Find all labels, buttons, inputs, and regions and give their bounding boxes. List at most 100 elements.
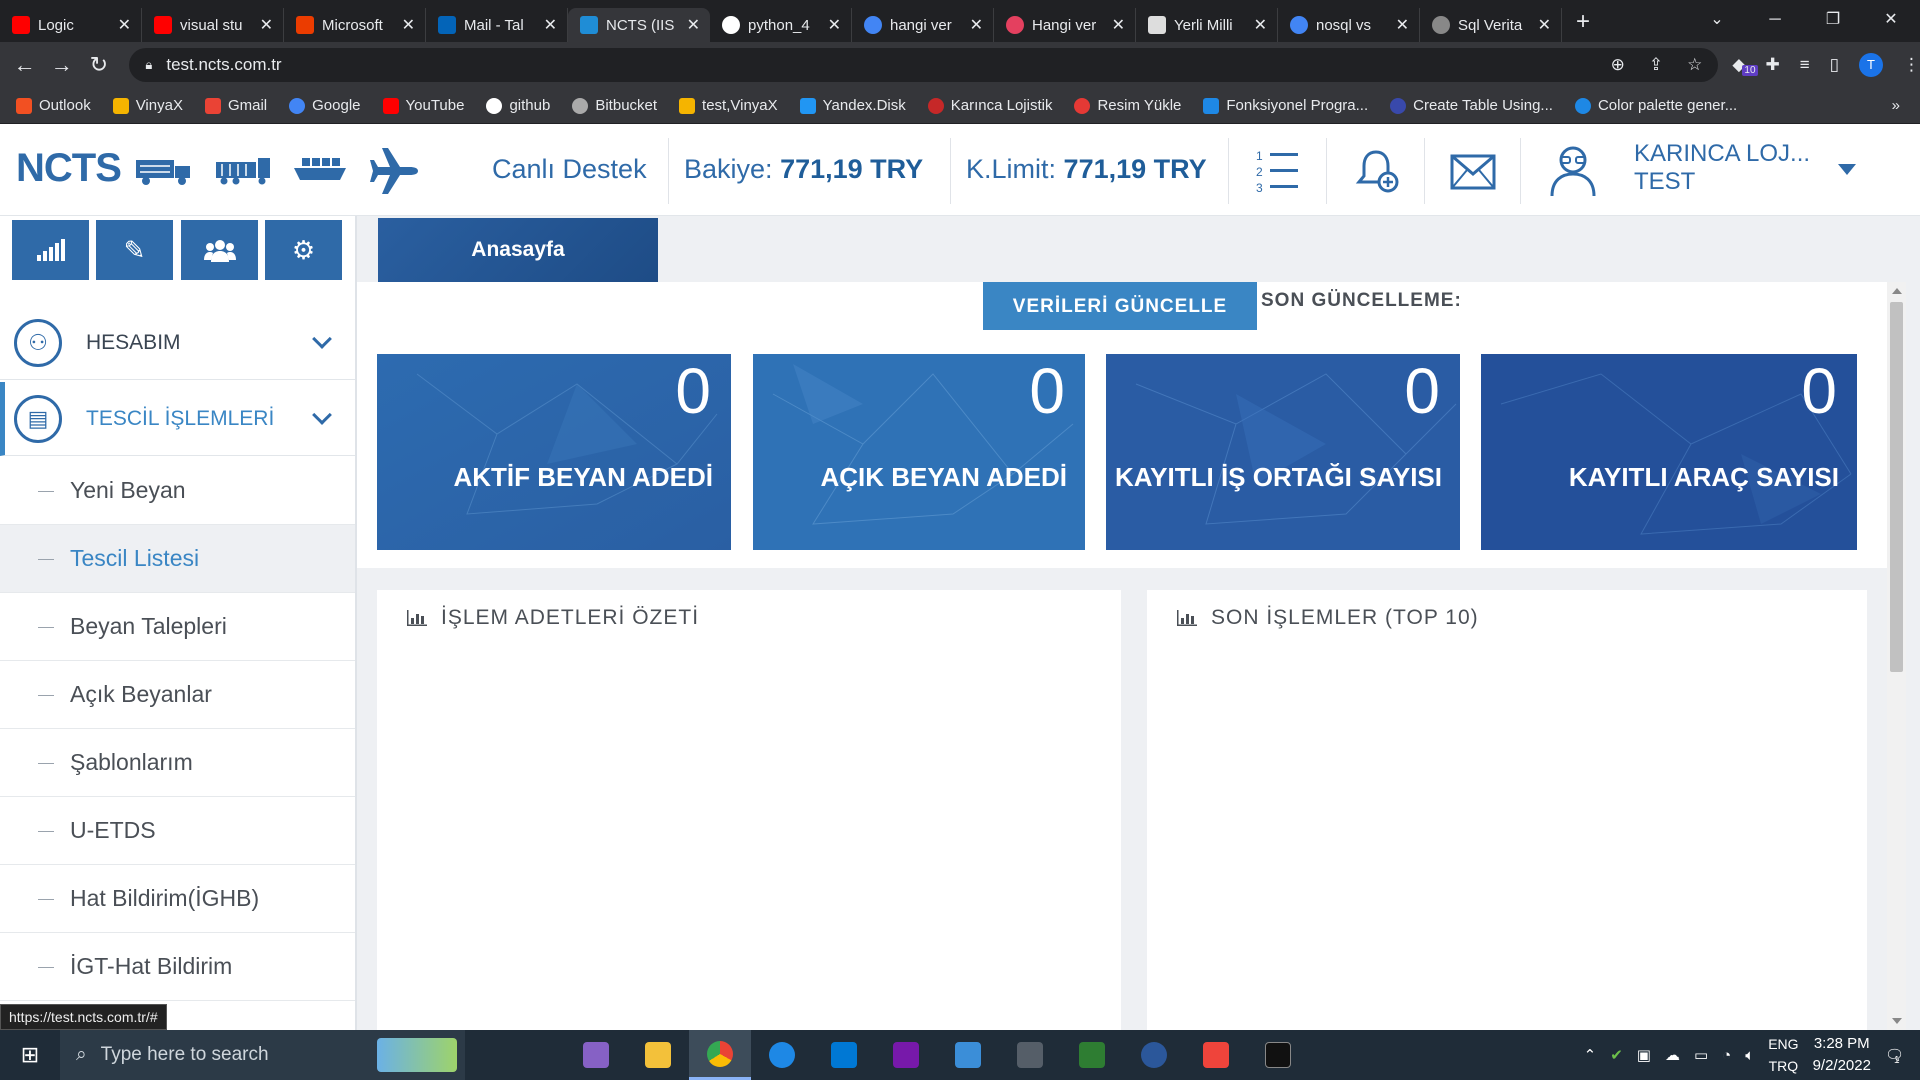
close-icon[interactable]: ✕ [260, 15, 273, 35]
numbered-list-icon[interactable]: 1 2 3 [1254, 146, 1302, 196]
taskbar-app[interactable] [1185, 1030, 1247, 1080]
tab-search-icon[interactable]: ⌄ [1688, 0, 1746, 40]
add-notification-icon[interactable] [1352, 146, 1402, 196]
refresh-data-button[interactable]: VERİLERİ GÜNCELLE [983, 282, 1257, 330]
restore-button[interactable]: ❐ [1804, 0, 1862, 40]
settings-button[interactable]: ⚙ [265, 220, 342, 280]
train-icon[interactable] [214, 156, 272, 186]
puzzle-icon[interactable]: ✚ [1765, 55, 1779, 75]
taskbar-app[interactable] [565, 1030, 627, 1080]
wifi-icon[interactable]: ◔ [1722, 1047, 1731, 1064]
browser-tab[interactable]: Logic ✕ [0, 8, 142, 42]
browser-tab[interactable]: python_4 ✕ [710, 8, 852, 42]
bookmarks-overflow-icon[interactable]: » [1892, 97, 1900, 114]
browser-tab[interactable]: Yerli Milli ✕ [1136, 8, 1278, 42]
close-icon[interactable]: ✕ [970, 15, 983, 35]
stat-card-registered-vehicles[interactable]: 0 KAYITLI ARAÇ SAYISI [1481, 354, 1857, 550]
cloud-icon[interactable]: ☁ [1665, 1046, 1680, 1064]
volume-icon[interactable]: 🔈︎ [1745, 1047, 1754, 1064]
new-tab-button[interactable]: + [1576, 8, 1590, 36]
bookmark-item[interactable]: Create Table Using... [1390, 97, 1553, 114]
taskbar-app[interactable] [627, 1030, 689, 1080]
ship-icon[interactable] [292, 154, 348, 184]
browser-tab[interactable]: Hangi ver ✕ [994, 8, 1136, 42]
sidebar-item-tescil-listesi[interactable]: Tescil Listesi [0, 525, 355, 593]
taskbar-app[interactable] [875, 1030, 937, 1080]
browser-tab[interactable]: hangi ver ✕ [852, 8, 994, 42]
taskbar-app[interactable] [751, 1030, 813, 1080]
bookmark-item[interactable]: Bitbucket [572, 97, 657, 114]
bookmark-item[interactable]: Outlook [16, 97, 91, 114]
live-support-link[interactable]: Canlı Destek [492, 154, 647, 185]
close-icon[interactable]: ✕ [828, 15, 841, 35]
chevron-up-icon[interactable]: ⌃ [1584, 1046, 1597, 1064]
bookmark-item[interactable]: Karınca Lojistik [927, 97, 1052, 114]
media-icon[interactable]: ≡ [1800, 55, 1810, 75]
user-avatar-icon[interactable] [1546, 142, 1600, 198]
browser-tab[interactable]: Mail - Tal ✕ [426, 8, 568, 42]
bookmark-item[interactable]: Google [289, 97, 361, 114]
bookmark-item[interactable]: Fonksiyonel Progra... [1203, 97, 1368, 114]
sidebar-item-igt-hat-bildirim[interactable]: İGT-Hat Bildirim [0, 933, 355, 1001]
sidebar-item-acik-beyanlar[interactable]: Açık Beyanlar [0, 661, 355, 729]
close-icon[interactable]: ✕ [402, 15, 415, 35]
bookmark-item[interactable]: Color palette gener... [1574, 97, 1737, 114]
bookmark-star-icon[interactable]: ☆ [1687, 55, 1702, 75]
address-input[interactable]: 🔒︎ test.ncts.com.tr ⊕ ⇪ ☆ [129, 48, 1719, 82]
bookmark-item[interactable]: VinyaX [112, 97, 183, 114]
reload-icon[interactable]: ↻ [80, 52, 117, 78]
minimize-button[interactable]: ─ [1746, 0, 1804, 40]
windows-start-icon[interactable]: ⊞ [0, 1042, 60, 1068]
zoom-icon[interactable]: ⊕ [1611, 55, 1625, 75]
scrollbar-thumb[interactable] [1890, 302, 1903, 672]
browser-tab[interactable]: nosql vs ✕ [1278, 8, 1420, 42]
sidebar-item-beyan-talepleri[interactable]: Beyan Talepleri [0, 593, 355, 661]
taskbar-search-box[interactable]: ⌕ Type here to search [60, 1030, 465, 1080]
browser-tab[interactable]: visual stu ✕ [142, 8, 284, 42]
mail-icon[interactable] [1450, 154, 1496, 190]
airplane-icon[interactable] [368, 146, 422, 196]
extension-icon[interactable]: ◆ 10 [1732, 55, 1758, 76]
lock-icon[interactable]: 🔒︎ [145, 57, 152, 73]
back-icon[interactable]: ← [6, 52, 43, 78]
sidebar-item-hat-bildirim[interactable]: Hat Bildirim(İGHB) [0, 865, 355, 933]
forward-icon[interactable]: → [43, 52, 80, 78]
bookmark-item[interactable]: Gmail [204, 97, 267, 114]
close-icon[interactable]: ✕ [1396, 15, 1409, 35]
sidebar-item-yeni-beyan[interactable]: Yeni Beyan [0, 457, 355, 525]
user-menu[interactable]: KARINCA LOJ... TEST [1634, 140, 1810, 196]
notifications-icon[interactable]: 🗨︎ 1 [1885, 1046, 1904, 1066]
device-icon[interactable]: ▣ [1637, 1046, 1651, 1064]
menu-kebab-icon[interactable]: ⋮ [1903, 55, 1920, 75]
language-indicator[interactable]: ENG TRQ [1768, 1033, 1798, 1077]
site-logo[interactable]: NCTS [16, 146, 122, 191]
close-window-button[interactable]: ✕ [1862, 0, 1920, 40]
sidebar-item-u-etds[interactable]: U-ETDS [0, 797, 355, 865]
stat-card-registered-partners[interactable]: 0 KAYITLI İŞ ORTAĞI SAYISI [1106, 354, 1460, 550]
close-icon[interactable]: ✕ [544, 15, 557, 35]
page-scrollbar[interactable] [1887, 282, 1906, 1030]
bookmark-item[interactable]: Resim Yükle [1074, 97, 1181, 114]
scroll-up-icon[interactable] [1892, 288, 1902, 294]
bookmark-item[interactable]: Yandex.Disk [799, 97, 906, 114]
sidebar-group-tescil[interactable]: ▤ TESCİL İŞLEMLERİ [0, 382, 355, 456]
edit-button[interactable]: ✎ [96, 220, 173, 280]
bookmark-item[interactable]: test,VinyaX [679, 97, 778, 114]
stat-card-active-declarations[interactable]: 0 AKTİF BEYAN ADEDİ [377, 354, 731, 550]
close-icon[interactable]: ✕ [118, 15, 131, 35]
taskbar-app[interactable] [813, 1030, 875, 1080]
clock[interactable]: 3:28 PM 9/2/2022 [1813, 1033, 1871, 1077]
truck-icon[interactable] [134, 156, 194, 186]
users-button[interactable] [181, 220, 258, 280]
close-icon[interactable]: ✕ [1538, 15, 1551, 35]
side-panel-icon[interactable]: ▯ [1830, 55, 1839, 75]
taskbar-app[interactable] [1123, 1030, 1185, 1080]
browser-tab[interactable]: Sql Verita ✕ [1420, 8, 1562, 42]
share-icon[interactable]: ⇪ [1649, 55, 1663, 75]
stat-card-open-declarations[interactable]: 0 AÇIK BEYAN ADEDİ [753, 354, 1085, 550]
taskbar-app[interactable] [689, 1030, 751, 1080]
taskbar-app[interactable] [937, 1030, 999, 1080]
sidebar-item-sablonlarim[interactable]: Şablonlarım [0, 729, 355, 797]
close-icon[interactable]: ✕ [1254, 15, 1267, 35]
scroll-down-icon[interactable] [1892, 1018, 1902, 1024]
